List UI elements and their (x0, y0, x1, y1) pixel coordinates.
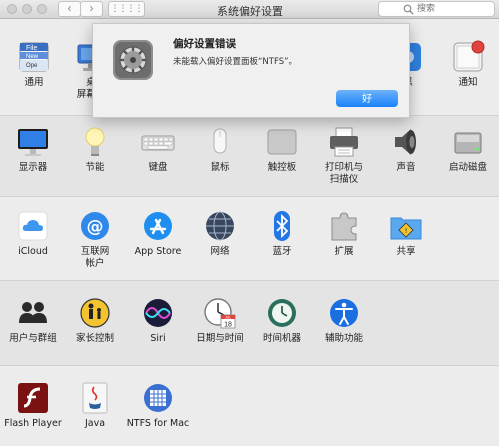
search-icon (403, 4, 414, 15)
minimize-window-button[interactable] (22, 4, 32, 14)
dialog-title: 偏好设置错误 (173, 38, 236, 50)
startup-disk-icon (451, 125, 485, 159)
java-icon (78, 381, 112, 415)
time-machine-icon (265, 296, 299, 330)
ok-button[interactable]: 好 (336, 90, 398, 107)
date-time-icon: JUL 18 (203, 296, 237, 330)
close-window-button[interactable] (7, 4, 17, 14)
notifications-icon (451, 40, 485, 74)
hardware-section: 显示器 节能 键盘 鼠标 触控板 打印机与 扫描仪 声音 启动磁盘 (0, 116, 499, 197)
preference-error-dialog: 偏好设置错误 未能载入偏好设置面板“NTFS”。 好 (92, 23, 410, 118)
bluetooth-icon (265, 209, 299, 243)
sharing-icon: ! (389, 209, 423, 243)
network-icon (203, 209, 237, 243)
other-section: Flash Player Java NTFS for Mac (0, 366, 499, 446)
svg-text:Ope: Ope (26, 63, 38, 69)
pref-ntfs[interactable]: NTFS for Mac (120, 381, 196, 430)
pref-accessibility-label: 辅助功能 (324, 333, 363, 344)
pref-sharing[interactable]: ! 共享 (368, 209, 444, 258)
system-preferences-gear-icon (111, 38, 155, 82)
zoom-window-button[interactable] (37, 4, 47, 14)
icloud-icon (16, 209, 50, 243)
calendar-day-label: 18 (224, 322, 232, 329)
back-button[interactable]: ‹ (58, 1, 81, 17)
app-store-icon (141, 209, 175, 243)
system-section: 用户与群组 家长控制 Siri JUL 18 日期与时间 时间机器 辅助功能 (0, 281, 499, 366)
general-icon: File New Ope (17, 40, 51, 74)
search-input[interactable] (417, 2, 487, 16)
pref-notifications[interactable]: 通知 (430, 40, 499, 89)
flash-player-icon (16, 381, 50, 415)
pref-accessibility[interactable]: 辅助功能 (306, 296, 382, 345)
svg-text:@: @ (87, 217, 104, 237)
display-icon (16, 125, 50, 159)
title-bar: ‹ › ⋮⋮⋮⋮ 系统偏好设置 (0, 0, 499, 19)
speaker-icon (389, 125, 423, 159)
siri-icon (141, 296, 175, 330)
window-title: 系统偏好设置 (217, 6, 283, 18)
search-field[interactable] (378, 1, 495, 17)
mouse-icon (203, 125, 237, 159)
pref-ntfs-label: NTFS for Mac (126, 418, 190, 429)
forward-button[interactable]: › (80, 1, 103, 17)
users-icon (16, 296, 50, 330)
trackpad-icon (265, 125, 299, 159)
internet-section: iCloud @ 互联网 帐户 App Store 网络 蓝牙 扩展 ! 共享 (0, 197, 499, 281)
printer-icon (327, 125, 361, 159)
svg-text:!: ! (405, 227, 408, 235)
pref-notifications-label: 通知 (458, 77, 478, 88)
parental-controls-icon (78, 296, 112, 330)
svg-text:New: New (26, 54, 39, 60)
keyboard-icon (141, 125, 175, 159)
svg-text:File: File (26, 45, 37, 52)
accessibility-icon (327, 296, 361, 330)
dialog-message: 未能载入偏好设置面板“NTFS”。 (173, 57, 297, 67)
internet-accounts-icon: @ (78, 209, 112, 243)
show-all-grid-button[interactable]: ⋮⋮⋮⋮ (108, 1, 145, 17)
pref-startup-disk[interactable]: 启动磁盘 (430, 125, 499, 174)
calendar-month-label: JUL (225, 315, 231, 319)
extensions-icon (327, 209, 361, 243)
ntfs-icon (141, 381, 175, 415)
energy-saver-icon (78, 125, 112, 159)
pref-startup-disk-label: 启动磁盘 (448, 162, 487, 173)
pref-sharing-label: 共享 (396, 246, 416, 257)
